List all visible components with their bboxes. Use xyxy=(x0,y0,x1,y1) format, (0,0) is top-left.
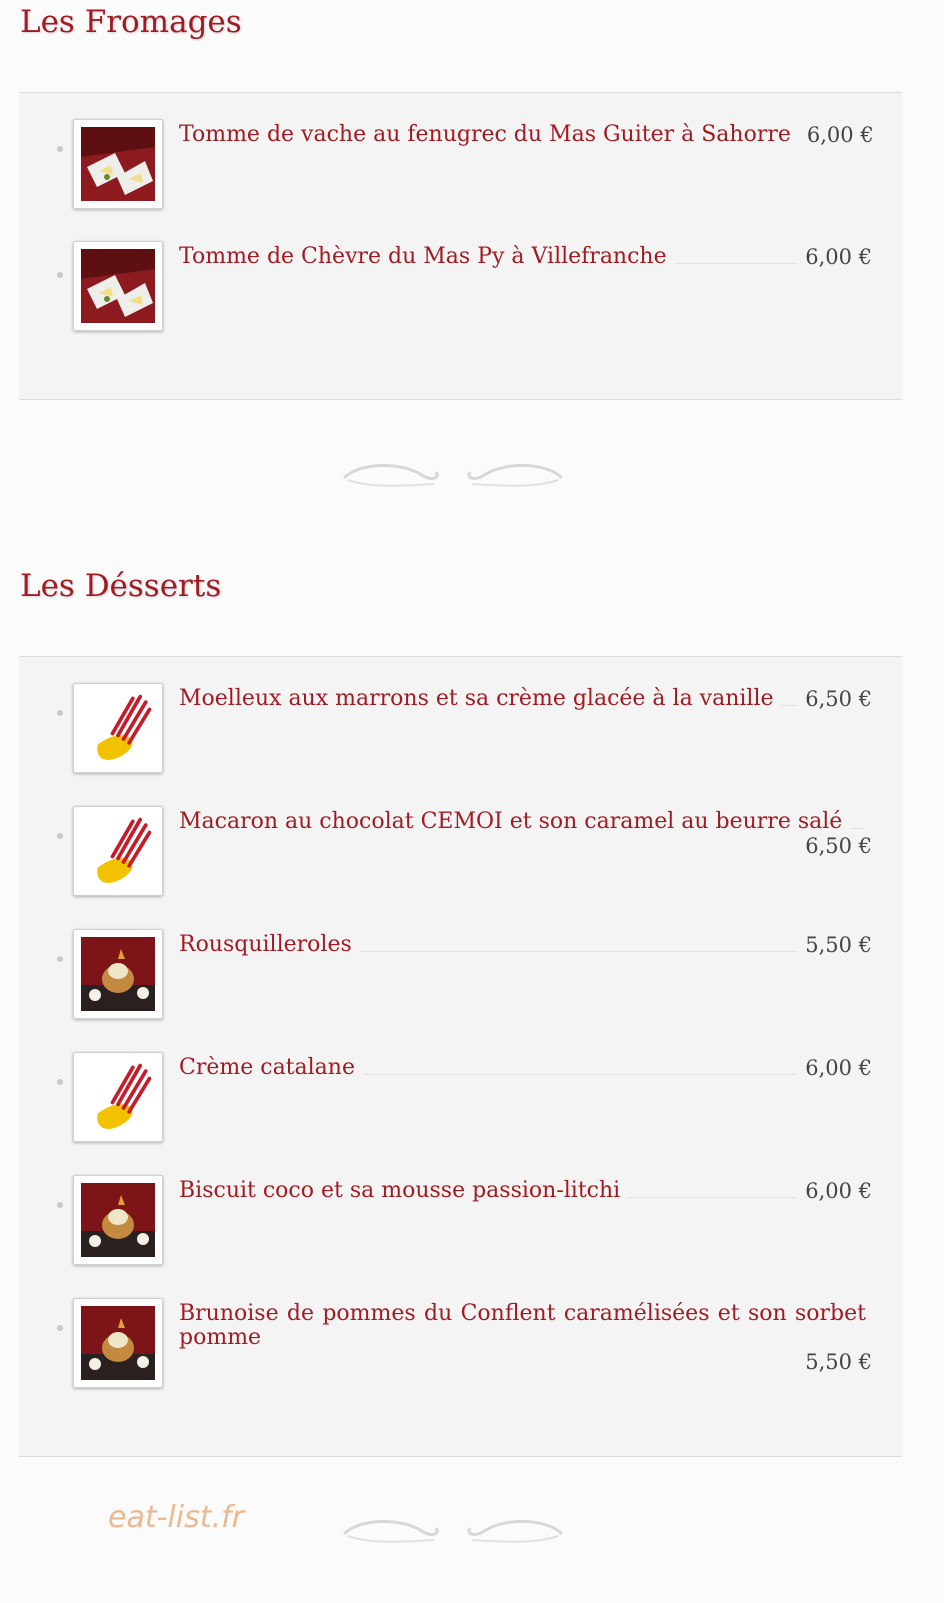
leader-line xyxy=(628,1197,798,1198)
menu-item: Brunoise de pommes du Conflent caramélis… xyxy=(19,1272,902,1398)
menu-item: Moelleux aux marrons et sa crème glacée … xyxy=(19,657,902,783)
divider-ornament-icon xyxy=(342,1520,564,1544)
menu-item-price: 6,50 € xyxy=(805,687,872,711)
bullet xyxy=(57,1325,63,1331)
menu-item-name: Tomme de Chèvre du Mas Py à Villefranche xyxy=(179,244,667,269)
bullet xyxy=(57,956,63,962)
menu-panel-desserts: Moelleux aux marrons et sa crème glacée … xyxy=(19,656,902,1457)
leader-line xyxy=(781,705,798,706)
menu-item-price: 6,50 € xyxy=(805,834,872,858)
fork-logo-icon[interactable] xyxy=(73,683,163,773)
bullet xyxy=(57,1079,63,1085)
bullet xyxy=(57,146,63,152)
menu-item-name: Brunoise de pommes du Conflent caramélis… xyxy=(179,1301,866,1350)
fork-logo-icon[interactable] xyxy=(73,806,163,896)
section-title-fromages: Les Fromages xyxy=(20,4,242,40)
bullet xyxy=(57,1202,63,1208)
bullet xyxy=(57,710,63,716)
menu-item-price: 6,00 € xyxy=(805,1179,872,1203)
leader-line xyxy=(359,951,798,952)
menu-panel-fromages: Tomme de vache au fenugrec du Mas Guiter… xyxy=(19,92,902,400)
leader-line xyxy=(850,828,864,829)
menu-item-name: Crème catalane xyxy=(179,1055,355,1080)
menu-item-price: 5,50 € xyxy=(805,1350,872,1374)
cheese-photo-icon[interactable] xyxy=(73,119,163,209)
menu-item: Tomme de Chèvre du Mas Py à Villefranche… xyxy=(19,219,902,345)
menu-item-name: Biscuit coco et sa mousse passion-litchi xyxy=(179,1178,621,1203)
menu-item-price: 6,00 € xyxy=(805,245,872,269)
divider-ornament-icon xyxy=(342,464,564,488)
menu-item-price: 5,50 € xyxy=(805,933,872,957)
menu-item: Biscuit coco et sa mousse passion-litchi… xyxy=(19,1149,902,1275)
cheese-photo-icon[interactable] xyxy=(73,241,163,331)
leader-line xyxy=(362,1074,798,1075)
menu-item-price: 6,00 € xyxy=(805,1056,872,1080)
menu-item: Rousquilleroles 5,50 € xyxy=(19,903,902,1029)
menu-item-name: Tomme de vache au fenugrec du Mas Guiter… xyxy=(179,122,791,147)
menu-item-name: Rousquilleroles xyxy=(179,932,352,957)
bullet xyxy=(57,272,63,278)
menu-item: Macaron au chocolat CEMOI et son caramel… xyxy=(19,780,902,906)
dessert-photo-icon[interactable] xyxy=(73,929,163,1019)
fork-logo-icon[interactable] xyxy=(73,1052,163,1142)
site-watermark: eat-list.fr xyxy=(108,1500,244,1535)
dessert-photo-icon[interactable] xyxy=(73,1298,163,1388)
section-title-desserts: Les Désserts xyxy=(20,568,222,604)
menu-item: Crème catalane 6,00 € xyxy=(19,1026,902,1152)
bullet xyxy=(57,833,63,839)
menu-item: Tomme de vache au fenugrec du Mas Guiter… xyxy=(19,93,902,219)
menu-item-name: Macaron au chocolat CEMOI et son caramel… xyxy=(179,809,843,834)
leader-line xyxy=(674,263,798,264)
menu-item-name: Moelleux aux marrons et sa crème glacée … xyxy=(179,686,774,711)
dessert-photo-icon[interactable] xyxy=(73,1175,163,1265)
menu-item-price: 6,00 € xyxy=(806,123,874,147)
